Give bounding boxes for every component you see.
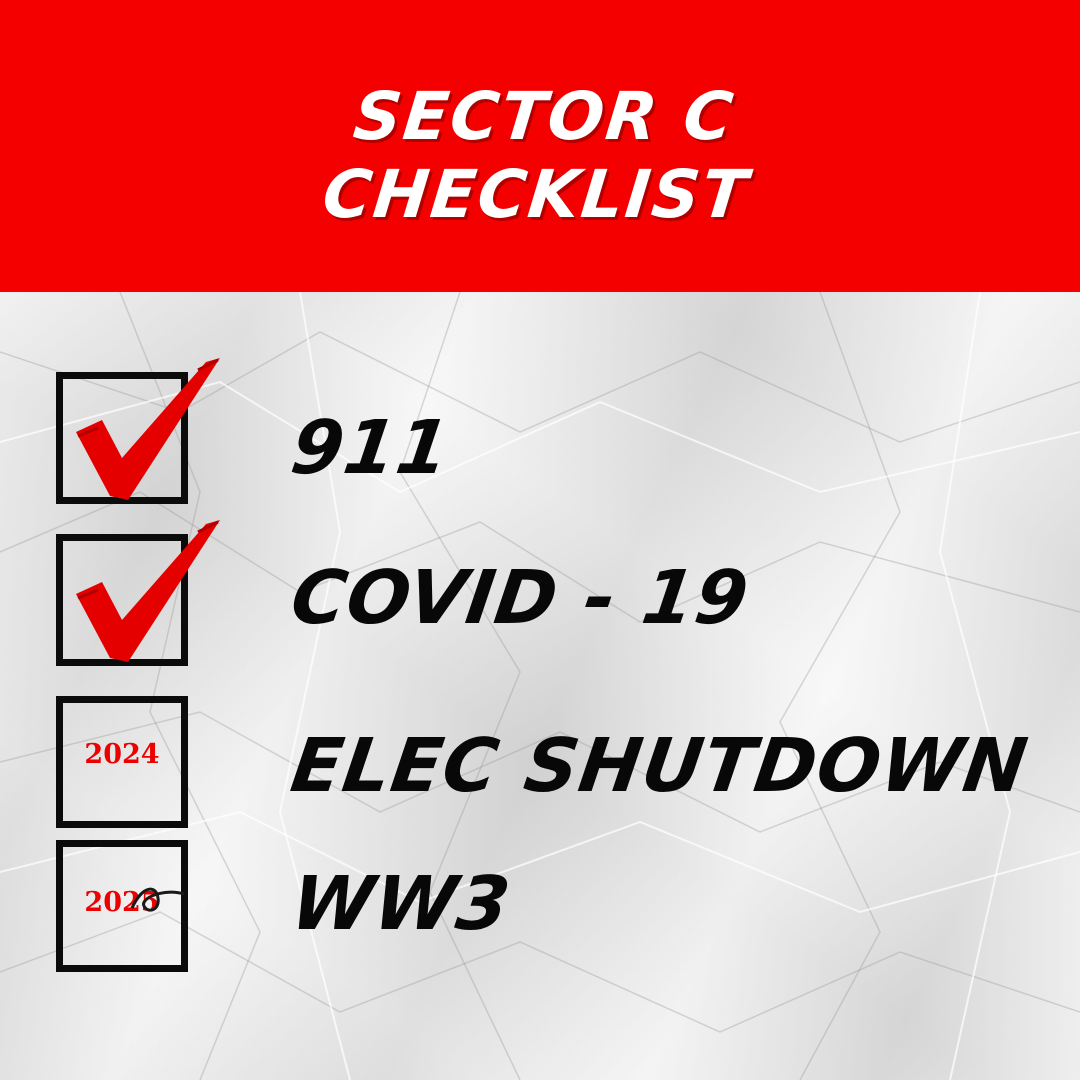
- header-banner: SECTOR C CHECKLIST: [0, 0, 1080, 292]
- checklist-label-ww3: WW3: [285, 861, 516, 947]
- checklist-label-covid: COVID - 19: [285, 555, 755, 641]
- scribble-icon: [130, 887, 185, 912]
- checklist-label-911: 911: [285, 405, 456, 491]
- check-mark-icon: [76, 520, 220, 662]
- check-mark-icon: [76, 358, 220, 500]
- checklist-label-elec-shutdown: ELEC SHUTDOWN: [285, 723, 1034, 809]
- year-label: 2024: [84, 739, 160, 770]
- page-title: SECTOR C CHECKLIST: [0, 78, 1080, 234]
- title-line-2: CHECKLIST: [319, 156, 753, 233]
- title-line-1: SECTOR C: [349, 78, 739, 155]
